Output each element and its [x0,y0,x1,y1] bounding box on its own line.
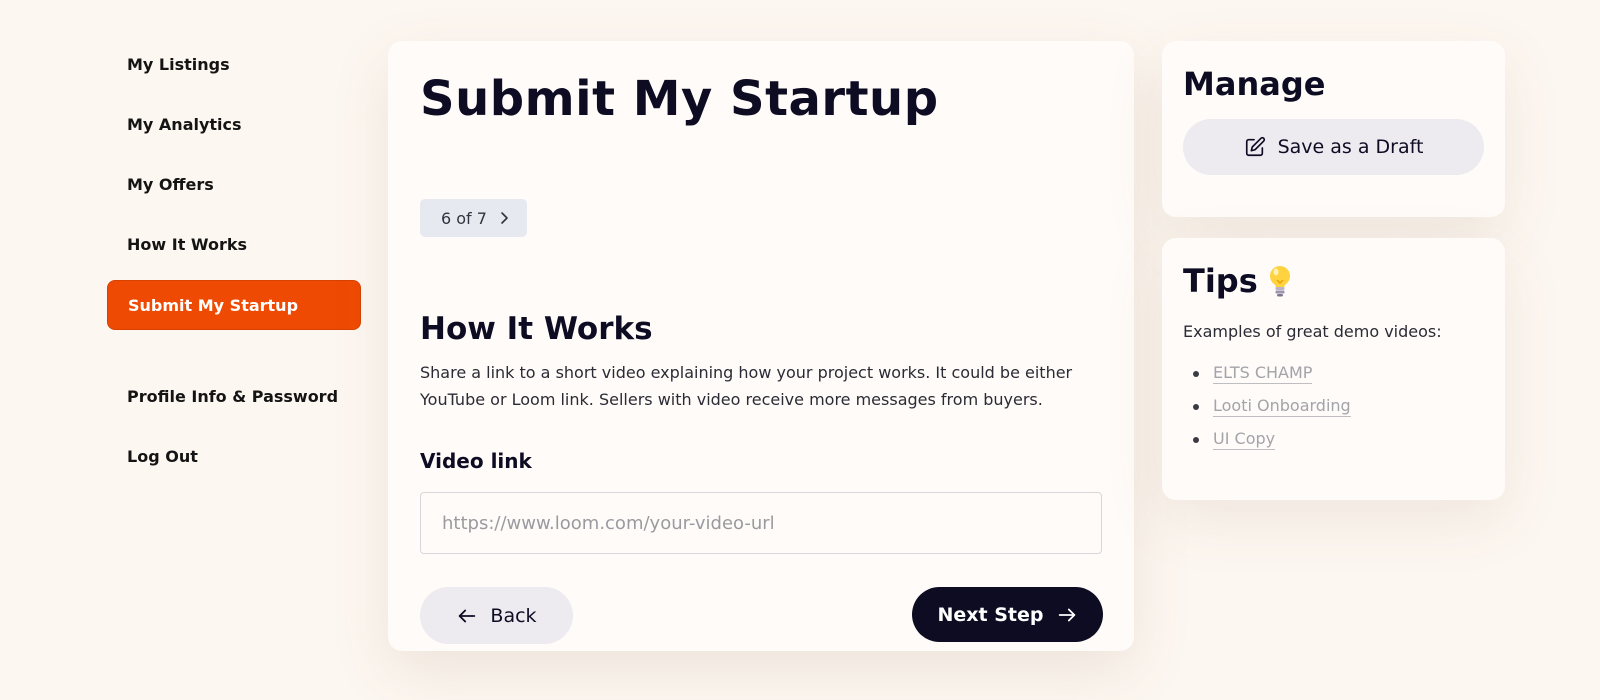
sidebar-item-my-analytics[interactable]: My Analytics [107,100,361,150]
tip-link-looti-onboarding[interactable]: Looti Onboarding [1213,396,1351,417]
arrow-left-icon [456,605,478,627]
lightbulb-icon [1269,266,1290,297]
tips-title-text: Tips [1183,262,1258,300]
chevron-right-icon [501,212,508,224]
sidebar-item-my-listings[interactable]: My Listings [107,40,361,90]
next-step-button[interactable]: Next Step [912,587,1103,642]
bullet-icon [1193,370,1199,377]
sidebar-nav: My Listings My Analytics My Offers How I… [107,40,361,492]
edit-icon [1244,136,1266,158]
tips-intro: Examples of great demo videos: [1183,322,1442,341]
bullet-icon [1193,403,1199,410]
tips-title: Tips [1183,262,1294,300]
tip-link-ui-copy[interactable]: UI Copy [1213,429,1276,450]
sidebar-item-my-offers[interactable]: My Offers [107,160,361,210]
bullet-icon [1193,436,1199,443]
manage-title: Manage [1183,65,1325,103]
step-indicator[interactable]: 6 of 7 [420,199,527,237]
submit-startup-card: Submit My Startup 6 of 7 How It Works Sh… [388,41,1134,651]
list-item: ELTS CHAMP [1183,357,1351,390]
list-item: Looti Onboarding [1183,390,1351,423]
manage-title-text: Manage [1183,65,1326,103]
tips-card: Tips Examples of great demo videos: ELTS… [1162,238,1505,500]
manage-card: Manage Save as a Draft [1162,41,1505,217]
section-description: Share a link to a short video explaining… [420,363,1073,409]
save-draft-button-label: Save as a Draft [1277,136,1424,158]
arrow-right-icon [1056,604,1078,626]
list-item: UI Copy [1183,423,1351,456]
step-indicator-label: 6 of 7 [441,208,487,228]
tip-link-elts-champ[interactable]: ELTS CHAMP [1213,363,1313,384]
tips-links-list: ELTS CHAMP Looti Onboarding UI Copy [1183,357,1351,456]
back-button[interactable]: Back [420,587,573,644]
video-link-label: Video link [420,449,532,473]
page: My Listings My Analytics My Offers How I… [0,0,1600,700]
page-title: Submit My Startup [420,71,939,127]
next-step-button-label: Next Step [937,603,1044,626]
sidebar-item-profile-info[interactable]: Profile Info & Password [107,372,361,422]
back-button-label: Back [490,604,537,627]
video-link-input[interactable] [420,492,1102,554]
sidebar-item-how-it-works[interactable]: How It Works [107,220,361,270]
sidebar-item-log-out[interactable]: Log Out [107,432,361,482]
save-draft-button[interactable]: Save as a Draft [1183,119,1484,175]
sidebar-item-submit-my-startup[interactable]: Submit My Startup [107,280,361,330]
section-title: How It Works [420,311,653,347]
